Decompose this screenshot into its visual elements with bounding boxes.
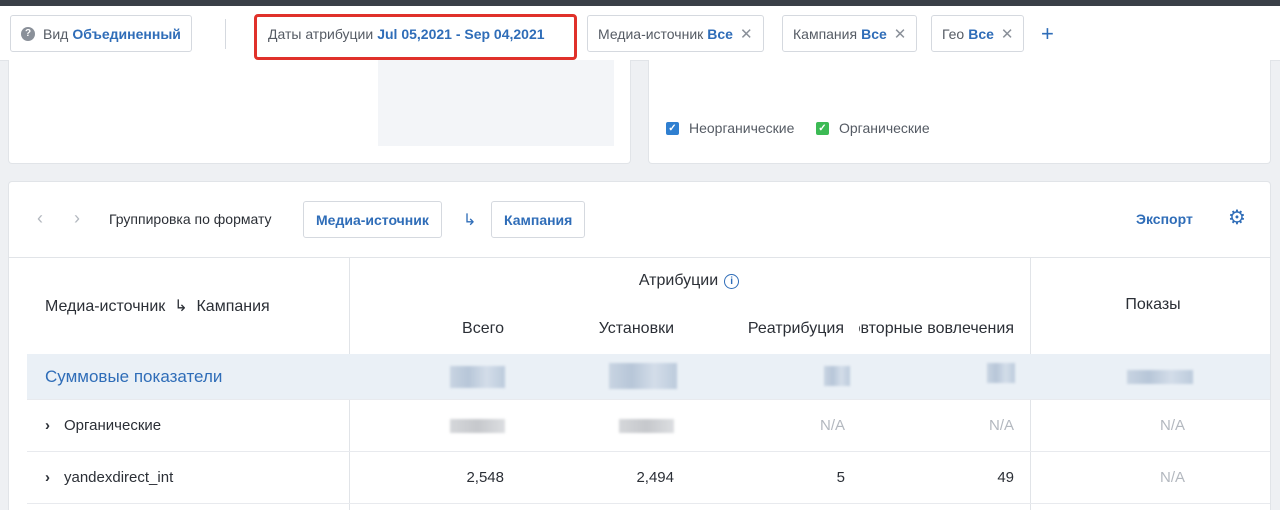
chevron-right-icon[interactable]: › — [45, 417, 50, 434]
col-reattribution-header[interactable]: Реатрибуция — [709, 320, 844, 338]
legend-inorganic-label: Неорганические — [689, 120, 795, 136]
row-name: › Органические — [45, 417, 161, 434]
filter-bar: ? Вид Объединенный Даты атрибуции Jul 05… — [0, 6, 1280, 61]
media-label: Медиа-источник — [598, 25, 704, 42]
row-installs: 2,494 — [636, 469, 674, 486]
prev-arrow-icon[interactable]: ‹ — [37, 208, 43, 229]
table-row[interactable]: Суммовые показатели — [27, 354, 1270, 400]
divider — [225, 19, 226, 49]
close-icon[interactable]: ✕ — [894, 25, 907, 43]
col-total-header[interactable]: Всего — [409, 320, 504, 338]
blurred-value — [619, 419, 674, 433]
sub-arrow-icon: ↳ — [463, 212, 477, 229]
table-toolbar: ‹ › Группировка по формату Медиа-источни… — [9, 182, 1270, 257]
campaign-filter-chip[interactable]: Кампания Все ✕ — [782, 15, 918, 52]
chart-placeholder — [378, 60, 614, 146]
group-campaign-chip[interactable]: Кампания — [491, 201, 586, 238]
data-table: Медиа-источник ↳ Кампания Атрибуции i Все… — [9, 257, 1270, 510]
row-name-text: yandexdirect_int — [64, 469, 174, 486]
add-filter-icon[interactable]: + — [1041, 23, 1054, 45]
legend-organic-label: Органические — [839, 120, 930, 136]
row-reengagement: N/A — [988, 417, 1014, 434]
chevron-right-icon[interactable]: › — [45, 469, 50, 486]
chart-card-right: ✓ Неорганические ✓ Органические — [648, 60, 1271, 164]
campaign-value: Все — [861, 25, 887, 42]
legend-organic[interactable]: ✓ Органические — [816, 120, 930, 136]
col-reengagement-header[interactable]: Повторные вовлечения — [859, 320, 1014, 338]
blurred-value — [824, 366, 850, 386]
checkbox-icon[interactable]: ✓ — [816, 121, 829, 135]
blurred-value — [450, 366, 505, 388]
blurred-value — [1127, 370, 1193, 384]
geo-filter-chip[interactable]: Гео Все ✕ — [931, 15, 1025, 52]
row-reattribution: 5 — [836, 469, 845, 486]
chart-card-left — [8, 60, 631, 164]
campaign-label: Кампания — [793, 25, 858, 42]
grouping-label: Группировка по формату — [109, 211, 272, 227]
attribution-header-label: Атрибуции — [638, 272, 719, 289]
checkbox-icon[interactable]: ✓ — [666, 121, 679, 135]
next-arrow-icon[interactable]: › — [74, 208, 80, 229]
row-impressions: N/A — [1159, 469, 1185, 486]
col-installs-header[interactable]: Установки — [529, 320, 674, 338]
table-row[interactable]: › Органические N/A N/A N/A — [27, 400, 1270, 452]
geo-label: Гео — [942, 25, 965, 42]
row-total: 2,548 — [466, 469, 504, 486]
dates-highlight-box — [254, 14, 577, 60]
info-icon[interactable]: i — [724, 274, 740, 289]
row-reattribution: N/A — [819, 417, 845, 434]
report-table-card: ‹ › Группировка по формату Медиа-источни… — [8, 181, 1271, 510]
geo-value: Все — [968, 25, 994, 42]
gear-icon[interactable]: ⚙ — [1228, 208, 1246, 228]
view-value: Объединенный — [72, 25, 181, 42]
view-filter-chip[interactable]: ? Вид Объединенный — [10, 15, 192, 52]
media-value: Все — [707, 25, 733, 42]
attribution-header: Атрибуции i — [349, 272, 1029, 290]
close-icon[interactable]: ✕ — [740, 25, 753, 43]
row-name: › yandexdirect_int — [45, 469, 173, 486]
legend-inorganic[interactable]: ✓ Неорганические — [666, 120, 794, 136]
close-icon[interactable]: ✕ — [1001, 25, 1014, 43]
group-column-header: Медиа-источник ↳ Кампания — [45, 298, 270, 315]
view-label: Вид — [43, 25, 69, 42]
row-name: Суммовые показатели — [45, 367, 223, 386]
impressions-header[interactable]: Показы — [1031, 296, 1275, 314]
table-row[interactable]: › yandexdirect_int 2,548 2,494 5 49 N/A — [27, 452, 1270, 504]
row-impressions: N/A — [1159, 417, 1185, 434]
group-media-chip[interactable]: Медиа-источник — [303, 201, 442, 238]
blurred-value — [987, 363, 1015, 383]
blurred-value — [450, 419, 505, 433]
export-button[interactable]: Экспорт — [1136, 211, 1193, 227]
table-header: Медиа-источник ↳ Кампания Атрибуции i Все… — [9, 258, 1270, 354]
blurred-value — [609, 363, 677, 389]
media-filter-chip[interactable]: Медиа-источник Все ✕ — [587, 15, 764, 52]
row-name-text: Органические — [64, 417, 162, 434]
question-icon: ? — [21, 26, 35, 41]
row-reengagement: 49 — [997, 469, 1014, 486]
